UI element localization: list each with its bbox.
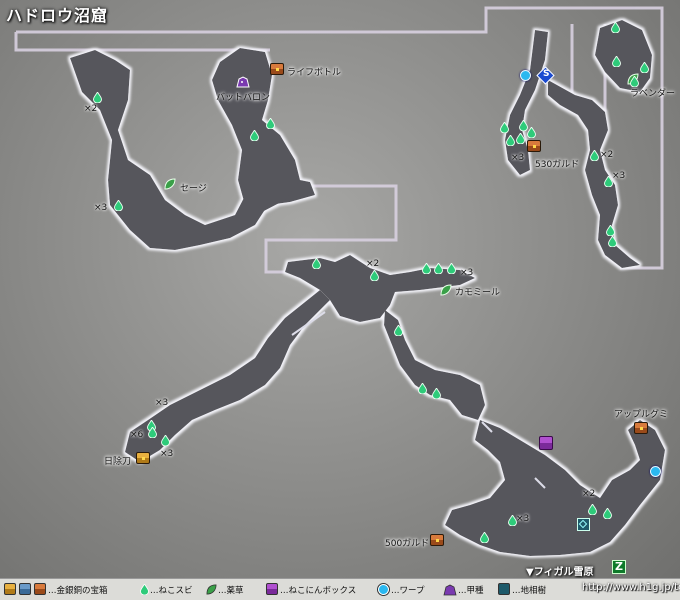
green-drop-icon[interactable]	[250, 130, 259, 141]
green-drop-icon	[140, 584, 149, 595]
purple-box-icon[interactable]	[539, 436, 553, 450]
green-drop-icon[interactable]	[422, 263, 431, 274]
count-label: ×2	[582, 489, 596, 499]
green-drop-icon[interactable]	[148, 427, 157, 438]
green-drop-icon[interactable]	[590, 150, 599, 161]
item-label-apple-gummy: アップルグミ	[614, 410, 669, 420]
green-drop-icon[interactable]	[640, 62, 649, 73]
legend-herb-label: …薬草	[218, 586, 244, 596]
green-drop-icon[interactable]	[312, 258, 321, 269]
green-drop-icon[interactable]	[611, 22, 620, 33]
cave-floor	[70, 20, 665, 556]
green-drop-icon[interactable]	[608, 236, 617, 247]
count-label: ×3	[155, 398, 169, 408]
legend-drop-label: …ねこスビ	[150, 586, 193, 596]
purple-beast-icon	[443, 584, 457, 596]
green-drop-icon[interactable]	[93, 92, 102, 103]
purple-beast-icon[interactable]	[236, 76, 250, 88]
exit-arrow-icon[interactable]: Z	[612, 560, 626, 574]
green-drop-icon[interactable]	[447, 263, 456, 274]
count-label: ×2	[600, 150, 614, 160]
green-leaf-icon[interactable]	[440, 284, 452, 296]
green-drop-icon[interactable]	[432, 388, 441, 399]
green-leaf-icon[interactable]	[164, 178, 176, 190]
green-drop-icon[interactable]	[500, 122, 509, 133]
legend-nekonin-label: …ねこにんボックス	[280, 586, 357, 596]
item-label-hiyokebi: 日除刀	[104, 457, 132, 467]
gold-chest-icon	[4, 583, 16, 595]
green-drop-icon[interactable]	[603, 508, 612, 519]
warp-point-icon[interactable]	[650, 466, 661, 477]
green-drop-icon[interactable]	[527, 127, 536, 138]
treasure-chest-icon[interactable]	[430, 534, 444, 546]
earth-tree-icon	[498, 583, 510, 595]
green-drop-icon[interactable]	[266, 118, 275, 129]
green-drop-icon[interactable]	[434, 263, 443, 274]
green-drop-icon[interactable]	[588, 504, 597, 515]
count-label: ×3	[160, 449, 174, 459]
legend-bar: …金銀銅の宝箱 …ねこスビ …薬草 …ねこにんボックス …ワープ …甲種 …地相…	[0, 578, 680, 600]
cyan-circle-icon	[378, 584, 389, 595]
item-label-530-gald: 530ガルド	[535, 160, 580, 170]
legend-warp-label: …ワープ	[391, 586, 425, 596]
green-drop-icon[interactable]	[114, 200, 123, 211]
treasure-chest-icon[interactable]	[527, 140, 541, 152]
count-label: ×3	[94, 203, 108, 213]
treasure-chest-icon[interactable]	[270, 63, 284, 75]
item-label-life-bottle: ライフボトル	[287, 68, 342, 78]
item-label-camomile: カモミール	[455, 288, 501, 298]
count-label: ×3	[460, 268, 474, 278]
green-leaf-icon	[206, 584, 217, 595]
item-label-lavender: ラベンダー	[630, 89, 676, 99]
count-label: ×2	[366, 259, 380, 269]
purple-box-icon	[266, 583, 278, 595]
dungeon-map: ハドロウ沼窟 ライフボトル バットバロン ×2 ×3 セージ S ラベンダー ×…	[0, 0, 680, 600]
count-label: ×2	[84, 104, 98, 114]
map-title: ハドロウ沼窟	[6, 6, 109, 25]
treasure-chest-icon[interactable]	[136, 452, 150, 464]
green-drop-icon[interactable]	[508, 515, 517, 526]
green-drop-icon[interactable]	[612, 56, 621, 67]
count-label: ×3	[516, 514, 530, 524]
green-drop-icon[interactable]	[418, 383, 427, 394]
legend-tree-label: …地相樹	[512, 586, 547, 596]
count-label: ×6	[130, 430, 144, 440]
exit-label: ▼フィガル雪原	[526, 567, 594, 578]
green-drop-icon[interactable]	[161, 435, 170, 446]
count-label: ×3	[511, 153, 525, 163]
green-drop-icon[interactable]	[394, 325, 403, 336]
legend-chest-label: …金銀銅の宝箱	[48, 586, 108, 596]
earth-tree-icon[interactable]	[577, 518, 590, 531]
site-credit: http://www.h1g.jp/tob/	[582, 582, 680, 593]
green-drop-icon[interactable]	[506, 135, 515, 146]
green-drop-icon[interactable]	[480, 532, 489, 543]
green-drop-icon[interactable]	[630, 76, 639, 87]
warp-point-icon[interactable]	[520, 70, 531, 81]
green-drop-icon[interactable]	[604, 176, 613, 187]
item-label-sage: セージ	[180, 184, 207, 194]
silver-chest-icon	[19, 583, 31, 595]
copper-chest-icon	[34, 583, 46, 595]
green-drop-icon[interactable]	[370, 270, 379, 281]
green-drop-icon[interactable]	[516, 133, 525, 144]
legend-enemy-label: …甲種	[458, 586, 484, 596]
cave-terrain	[14, 6, 665, 556]
treasure-chest-icon[interactable]	[634, 422, 648, 434]
green-drop-icon[interactable]	[606, 225, 615, 236]
count-label: ×3	[612, 171, 626, 181]
enemy-label-bat-balloon: バットバロン	[216, 93, 271, 103]
item-label-500-gald: 500ガルド	[385, 539, 430, 549]
